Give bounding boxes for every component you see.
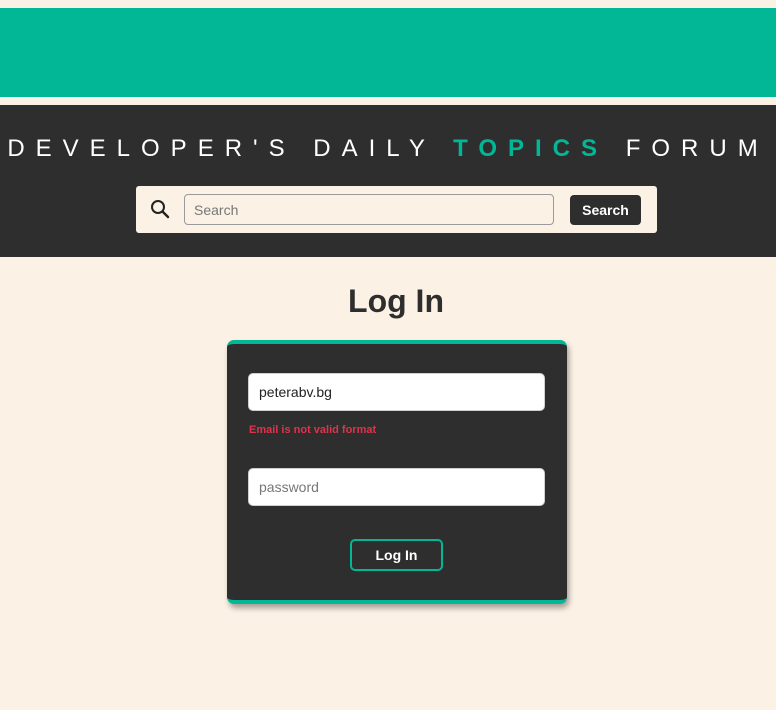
site-title-part2: FORUM	[608, 135, 769, 162]
search-input[interactable]	[184, 194, 554, 225]
email-error-message: Email is not valid format	[249, 424, 377, 436]
email-field[interactable]	[248, 373, 545, 411]
login-form: Email is not valid format Log In	[227, 340, 567, 604]
top-banner	[0, 8, 776, 97]
search-bar: Search	[136, 186, 657, 233]
login-button[interactable]: Log In	[350, 539, 443, 571]
site-title: DEVELOPER'S DAILY TOPICS FORUM	[0, 135, 776, 163]
site-title-accent: TOPICS	[453, 135, 609, 162]
search-icon	[150, 199, 170, 219]
site-title-part1: DEVELOPER'S DAILY	[7, 135, 454, 162]
site-header: DEVELOPER'S DAILY TOPICS FORUM Search	[0, 105, 776, 257]
password-field[interactable]	[248, 468, 545, 506]
page-title: Log In	[348, 283, 444, 319]
search-button[interactable]: Search	[570, 195, 641, 225]
